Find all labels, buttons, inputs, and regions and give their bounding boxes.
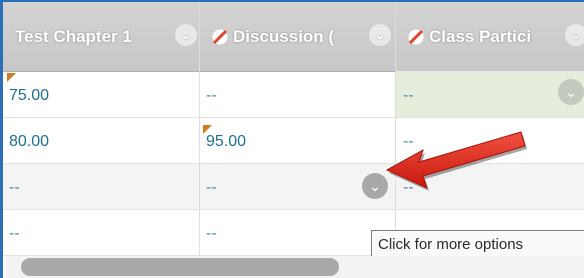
scrollbar-thumb[interactable] [21,258,339,276]
column-header-label: Discussion ( [233,27,335,46]
chevron-down-icon[interactable]: ⌄ [369,24,391,46]
chevron-down-icon[interactable]: ⌄ [175,24,197,46]
column-header-label: Class Partici [429,27,532,46]
grade-cell[interactable]: 80.00 [9,117,49,163]
chevron-down-icon[interactable]: ⌄ [565,24,584,46]
column-header-discussion[interactable]: Discussion ( ⌄ [203,2,396,71]
table-row: 75.00 -- -- ⌄ [3,71,584,118]
annotation-arrow-icon [385,131,527,191]
column-header-class-participation[interactable]: Class Partici ⌄ [399,2,584,71]
grade-cell[interactable]: -- [206,209,217,255]
grade-center-grid: Test Chapter 1 ⌄ Discussion ( ⌄ Class Pa… [0,0,584,278]
grade-cell[interactable]: -- [206,163,217,209]
grid-header: Test Chapter 1 ⌄ Discussion ( ⌄ Class Pa… [3,2,584,72]
grade-cell[interactable]: -- [206,71,217,117]
not-counted-icon [408,29,424,45]
grade-cell[interactable]: -- [403,71,414,117]
column-header-label: Test Chapter 1 [15,27,132,46]
grade-cell[interactable]: 95.00 [206,117,246,163]
grade-cell[interactable]: -- [9,163,20,209]
grade-cell[interactable]: 75.00 [9,71,49,117]
not-counted-icon [212,29,228,45]
chevron-down-icon[interactable]: ⌄ [558,79,584,105]
grade-cell[interactable]: -- [9,209,20,255]
column-header-test-chapter-1[interactable]: Test Chapter 1 ⌄ [9,2,199,71]
